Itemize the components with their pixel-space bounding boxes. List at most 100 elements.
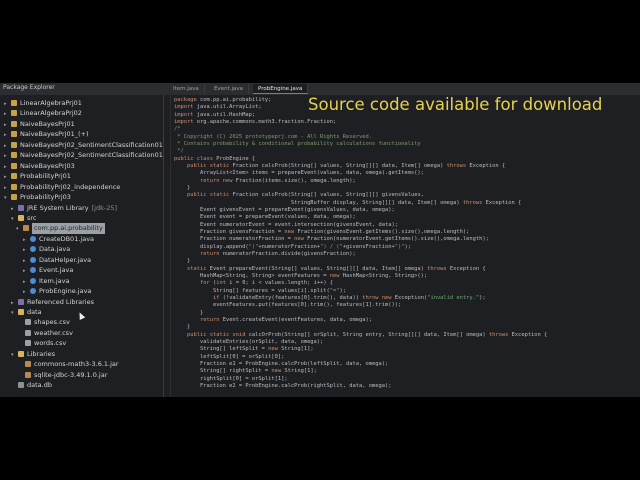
code-line: public static Fraction calcProb(String[]… bbox=[186, 192, 424, 199]
tree-item[interactable]: ▸ DataHelper.java bbox=[0, 255, 163, 266]
tree-item[interactable]: ▸ NaiveBayesPrj02_SentimentClassification… bbox=[0, 140, 163, 151]
tree-item-label: NaiveBayesPrj03 bbox=[20, 161, 75, 170]
tree-item[interactable]: ▾ src bbox=[0, 213, 163, 224]
java-file-icon bbox=[30, 246, 36, 253]
library-icon bbox=[18, 298, 24, 305]
csv-file-icon bbox=[25, 340, 31, 347]
java-file-icon bbox=[30, 235, 36, 242]
tree-item-label: data.db bbox=[27, 381, 52, 390]
tree-item-label: weather.csv bbox=[34, 328, 73, 337]
tree-item-label: commons-math3-3.6.1.jar bbox=[34, 360, 119, 369]
tree-item-label: ProbEngine.java bbox=[39, 287, 92, 296]
tree-item-label: JRE System Library bbox=[27, 203, 89, 212]
code-line: Fraction e2 = ProbEngine.calcProb(rightS… bbox=[174, 382, 392, 389]
tree-item[interactable]: data.db bbox=[0, 380, 163, 391]
code-line: rightSplit[0] = orSplit[1]; bbox=[174, 375, 288, 382]
tree-item[interactable]: ▸ JRE System Library [jdk-25] bbox=[0, 203, 163, 214]
code-line: leftSplit[0] = orSplit[0]; bbox=[174, 353, 285, 360]
code-line: String[] rightSplit = new String[1]; bbox=[174, 368, 317, 375]
tree-item[interactable]: ▾ ProbabilityPrj03 bbox=[0, 192, 163, 203]
code-line: /* bbox=[174, 126, 181, 133]
project-icon bbox=[11, 131, 17, 138]
jar-file-icon bbox=[25, 371, 31, 378]
code-line: import java.util.HashMap; bbox=[174, 111, 256, 118]
library-icon bbox=[18, 204, 24, 211]
tree-item[interactable]: weather.csv bbox=[0, 328, 163, 339]
code-line: Fraction givensFraction = new Fraction(g… bbox=[174, 228, 470, 235]
code-line: * Copyright (C) 2025 prototypeprj.com - … bbox=[174, 133, 372, 140]
tree-item[interactable]: ▸ Item.java bbox=[0, 276, 163, 287]
code-line: ArrayList<Item> items = prepareEvent(val… bbox=[174, 170, 424, 177]
code-editor[interactable]: package com.pp.ai.probability; import jav… bbox=[164, 95, 640, 397]
tree-item[interactable]: ▾ Libraries bbox=[0, 349, 163, 360]
tree-item[interactable]: ▸ Data.java bbox=[0, 244, 163, 255]
tree-item[interactable]: ▸ NaiveBayesPrj01_(+) bbox=[0, 129, 163, 140]
tree-item[interactable]: ▸ NaiveBayesPrj03 bbox=[0, 161, 163, 172]
tree-item-label: ProbabilityPrj02_independence bbox=[20, 182, 121, 191]
tree-item[interactable]: ▸ ProbEngine.java bbox=[0, 286, 163, 297]
tree-item-label: sqlite-jdbc-3.49.1.0.jar bbox=[34, 370, 108, 379]
code-line: String[] leftSplit = new String[1]; bbox=[174, 346, 314, 353]
code-line: } bbox=[174, 324, 191, 331]
tree-item[interactable]: ▸ NaiveBayesPrj02_SentimentClassification… bbox=[0, 150, 163, 161]
project-icon bbox=[11, 110, 17, 117]
tab-event-java[interactable]: Event.java bbox=[209, 84, 250, 94]
tree-item-label: ProbabilityPrj01 bbox=[20, 172, 71, 181]
code-line: import java.util.ArrayList; bbox=[174, 104, 262, 111]
tree-item-label: ProbabilityPrj03 bbox=[20, 193, 71, 202]
tab-label: Event.java bbox=[214, 86, 244, 92]
code-line: String[] features = values[i].split("=")… bbox=[174, 287, 347, 294]
tree-item[interactable]: ▸ CreateDB01.java bbox=[0, 234, 163, 245]
download-banner: Source code available for download bbox=[308, 95, 603, 114]
tree-item[interactable]: ▸ LinearAlgebraPrj01 bbox=[0, 98, 163, 109]
tree-item[interactable]: ▸ LinearAlgebraPrj02 bbox=[0, 108, 163, 119]
project-icon bbox=[11, 120, 17, 127]
package-explorer: ▸ LinearAlgebraPrj01 ▸ LinearAlgebraPrj02 ▸ N… bbox=[0, 95, 164, 397]
tree-item[interactable]: ▸ NaiveBayesPrj01 bbox=[0, 119, 163, 130]
project-icon bbox=[11, 141, 17, 148]
package-icon bbox=[23, 225, 29, 232]
code-line: Event givensEvent = prepareEvent(givensV… bbox=[174, 206, 395, 213]
tree-item-label: src bbox=[27, 213, 37, 222]
tab-item-java[interactable]: Item.java bbox=[168, 84, 205, 94]
project-icon bbox=[11, 162, 17, 169]
tree-item[interactable]: ▾ com.pp.ai.probability bbox=[0, 223, 163, 234]
code-line: public class ProbEngine { bbox=[174, 155, 256, 162]
tree-item-label: LinearAlgebraPrj02 bbox=[20, 109, 82, 118]
code-line: } bbox=[174, 184, 191, 191]
tree-item[interactable]: words.csv bbox=[0, 338, 163, 349]
tree-item[interactable]: ▸ Event.java bbox=[0, 265, 163, 276]
code-line: public static void calcOrProb(String[] o… bbox=[186, 331, 548, 338]
code-line: return new Fraction(items.size(), omega.… bbox=[199, 177, 356, 184]
java-file-icon bbox=[30, 288, 36, 295]
tab-label: ProbEngine.java bbox=[258, 86, 303, 92]
tree-item[interactable]: ▸ ProbabilityPrj02_independence bbox=[0, 182, 163, 193]
tree-item-label: com.pp.ai.probability bbox=[32, 223, 105, 234]
tree-item[interactable]: ▸ ProbabilityPrj01 bbox=[0, 171, 163, 182]
tab-probengine-java[interactable]: ProbEngine.java bbox=[253, 84, 309, 94]
jar-file-icon bbox=[25, 361, 31, 368]
tree-item[interactable]: sqlite-jdbc-3.49.1.0.jar bbox=[0, 370, 163, 381]
tree-item-label: NaiveBayesPrj02_SentimentClassification0… bbox=[20, 151, 164, 160]
code-line: Event event = prepareEvent(values, data,… bbox=[174, 214, 356, 221]
code-line: validateEntries(orSplit, data, omega); bbox=[174, 338, 324, 345]
code-line: */ bbox=[174, 148, 184, 155]
tree-item-label: DataHelper.java bbox=[39, 255, 92, 264]
tree-item[interactable]: commons-math3-3.6.1.jar bbox=[0, 359, 163, 370]
code-line: return numeratorFraction.divide(givensFr… bbox=[199, 250, 356, 257]
code-line: eventFeatures.put(features[0].trim(), fe… bbox=[174, 302, 402, 309]
project-icon bbox=[11, 100, 17, 106]
code-line: for (int i = 0; i < values.length; i++) … bbox=[199, 280, 334, 287]
tree-item-label: words.csv bbox=[34, 339, 67, 348]
package-explorer-title: Package Explorer bbox=[3, 84, 55, 91]
code-line: return Event.createEvent(eventFeatures, … bbox=[199, 316, 372, 323]
tab-label: Item.java bbox=[173, 86, 199, 92]
editor-gutter bbox=[170, 95, 171, 397]
project-icon bbox=[11, 194, 17, 201]
folder-icon bbox=[18, 309, 24, 315]
tree-item[interactable]: ▸ Referenced Libraries bbox=[0, 297, 163, 308]
tree-item-label: Item.java bbox=[39, 276, 70, 285]
code-line: } bbox=[174, 258, 191, 265]
project-icon bbox=[11, 183, 17, 190]
folder-icon bbox=[18, 350, 24, 357]
